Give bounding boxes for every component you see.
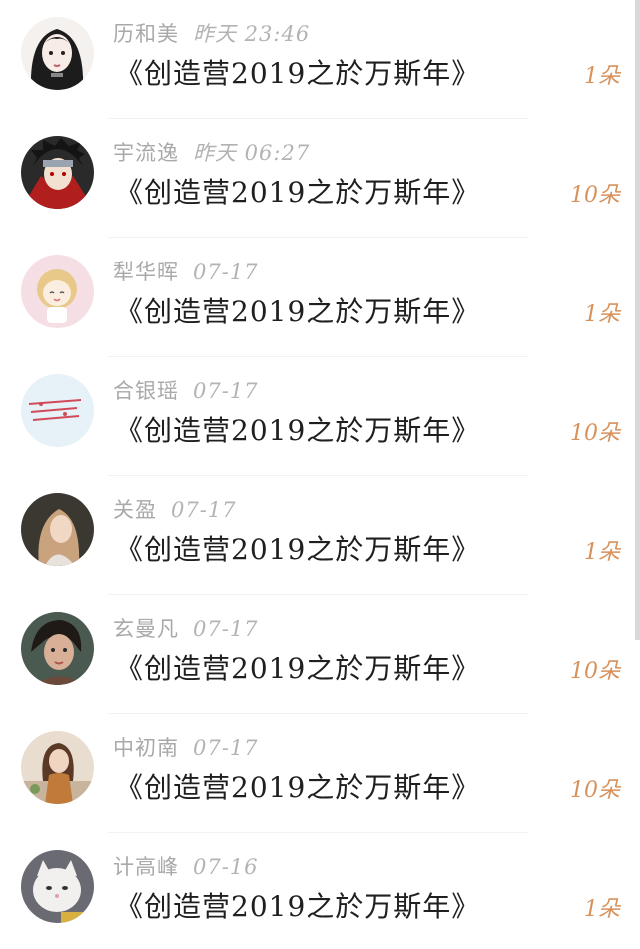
- user-name[interactable]: 关盈: [113, 498, 157, 522]
- avatar-image: [21, 136, 94, 209]
- item-meta: 玄曼凡 07-17: [113, 613, 259, 643]
- user-name[interactable]: 计高峰: [113, 855, 179, 879]
- item-meta: 计高峰 07-16: [113, 851, 259, 881]
- avatar-image: [21, 731, 94, 804]
- work-title[interactable]: 《创造营2019之於万斯年》: [115, 171, 480, 211]
- item-meta: 历和美 昨天 23:46: [113, 18, 310, 48]
- gift-count: 10朵: [570, 183, 620, 208]
- avatar-image: [21, 17, 94, 90]
- work-title[interactable]: 《创造营2019之於万斯年》: [115, 885, 480, 925]
- avatar-image: [21, 612, 94, 685]
- gift-count: 1朵: [584, 540, 620, 565]
- timestamp: 昨天 23:46: [193, 22, 311, 46]
- timestamp: 07-17: [193, 260, 259, 284]
- user-name[interactable]: 玄曼凡: [113, 617, 179, 641]
- list-item[interactable]: 玄曼凡 07-17 《创造营2019之於万斯年》 10朵: [0, 595, 640, 714]
- scrollbar[interactable]: [635, 0, 640, 640]
- avatar[interactable]: [21, 374, 94, 447]
- avatar[interactable]: [21, 612, 94, 685]
- user-name[interactable]: 历和美: [113, 22, 179, 46]
- work-title[interactable]: 《创造营2019之於万斯年》: [115, 766, 480, 806]
- timestamp: 昨天 06:27: [193, 141, 311, 165]
- work-title[interactable]: 《创造营2019之於万斯年》: [115, 290, 480, 330]
- avatar-image: [21, 255, 94, 328]
- avatar[interactable]: [21, 850, 94, 923]
- avatar[interactable]: [21, 255, 94, 328]
- item-meta: 关盈 07-17: [113, 494, 237, 524]
- list-item[interactable]: 计高峰 07-16 《创造营2019之於万斯年》 1朵: [0, 833, 640, 949]
- list-item[interactable]: 犁华晖 07-17 《创造营2019之於万斯年》 1朵: [0, 238, 640, 357]
- item-meta: 宇流逸 昨天 06:27: [113, 137, 310, 167]
- gift-list: 历和美 昨天 23:46 《创造营2019之於万斯年》 1朵 宇流逸 昨天 06:2…: [0, 0, 640, 949]
- list-item[interactable]: 关盈 07-17 《创造营2019之於万斯年》 1朵: [0, 476, 640, 595]
- timestamp: 07-17: [193, 379, 259, 403]
- work-title[interactable]: 《创造营2019之於万斯年》: [115, 647, 480, 687]
- item-meta: 中初南 07-17: [113, 732, 259, 762]
- gift-count: 10朵: [570, 778, 620, 803]
- work-title[interactable]: 《创造营2019之於万斯年》: [115, 409, 480, 449]
- gift-count: 10朵: [570, 659, 620, 684]
- list-item[interactable]: 历和美 昨天 23:46 《创造营2019之於万斯年》 1朵: [0, 0, 640, 119]
- avatar-image: [21, 493, 94, 566]
- timestamp: 07-17: [193, 617, 259, 641]
- avatar-image: [21, 374, 94, 447]
- avatar[interactable]: [21, 17, 94, 90]
- item-meta: 合银瑶 07-17: [113, 375, 259, 405]
- avatar[interactable]: [21, 136, 94, 209]
- list-item[interactable]: 中初南 07-17 《创造营2019之於万斯年》 10朵: [0, 714, 640, 833]
- user-name[interactable]: 中初南: [113, 736, 179, 760]
- gift-count: 1朵: [584, 302, 620, 327]
- user-name[interactable]: 宇流逸: [113, 141, 179, 165]
- timestamp: 07-17: [193, 736, 259, 760]
- list-item[interactable]: 合银瑶 07-17 《创造营2019之於万斯年》 10朵: [0, 357, 640, 476]
- user-name[interactable]: 犁华晖: [113, 260, 179, 284]
- avatar-image: [21, 850, 94, 923]
- gift-count: 1朵: [584, 897, 620, 922]
- work-title[interactable]: 《创造营2019之於万斯年》: [115, 52, 480, 92]
- user-name[interactable]: 合银瑶: [113, 379, 179, 403]
- avatar[interactable]: [21, 731, 94, 804]
- timestamp: 07-17: [171, 498, 237, 522]
- gift-count: 1朵: [584, 64, 620, 89]
- work-title[interactable]: 《创造营2019之於万斯年》: [115, 528, 480, 568]
- gift-count: 10朵: [570, 421, 620, 446]
- timestamp: 07-16: [193, 855, 259, 879]
- avatar[interactable]: [21, 493, 94, 566]
- item-meta: 犁华晖 07-17: [113, 256, 259, 286]
- list-item[interactable]: 宇流逸 昨天 06:27 《创造营2019之於万斯年》 10朵: [0, 119, 640, 238]
